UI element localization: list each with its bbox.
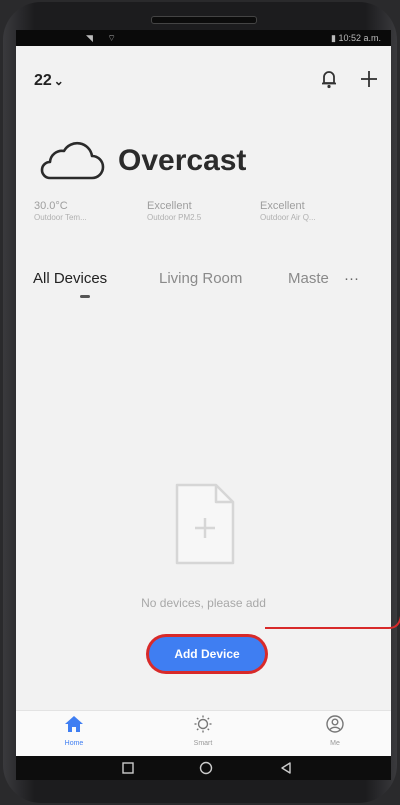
chevron-down-icon: ⌄ — [53, 74, 64, 88]
stat-value: 30.0°C — [34, 200, 68, 212]
more-tabs-button[interactable]: ··· — [344, 270, 359, 287]
phone-frame: ◥ ⌔ ▮ 10:52 a.m. 22 ⌄ Overcast 30.0°C Ou… — [3, 2, 400, 803]
add-device-button[interactable]: Add Device — [149, 637, 265, 671]
weather-condition: Overcast — [118, 144, 247, 177]
top-bar: 22 ⌄ — [16, 46, 391, 102]
nav-smart[interactable]: Smart — [173, 715, 233, 747]
signal-indicators: ◥ ⌔ — [86, 33, 122, 43]
tab-living-room[interactable]: Living Room — [159, 270, 242, 287]
nav-me[interactable]: Me — [305, 715, 365, 747]
status-bar: ◥ ⌔ ▮ 10:52 a.m. — [16, 30, 391, 46]
home-circle-icon[interactable] — [197, 759, 215, 777]
stat-label: Outdoor Air Q... — [260, 213, 316, 222]
tab-master[interactable]: Maste — [288, 270, 329, 287]
room-tabs: All Devices Living Room Maste ··· — [16, 270, 391, 310]
app-screen: ◥ ⌔ ▮ 10:52 a.m. 22 ⌄ Overcast 30.0°C Ou… — [16, 30, 391, 780]
system-navigation-bar — [16, 756, 391, 780]
stat-value: Excellent — [260, 200, 305, 212]
nav-label: Smart — [193, 740, 213, 747]
plus-icon[interactable] — [356, 66, 382, 92]
stat-air-quality: Excellent Outdoor Air Q... — [260, 200, 316, 224]
sun-icon — [194, 715, 212, 733]
empty-file-icon — [175, 483, 235, 565]
nav-label: Home — [64, 740, 84, 747]
nav-home[interactable]: Home — [44, 715, 104, 747]
earpiece — [151, 16, 257, 24]
nav-label: Me — [330, 740, 340, 747]
recent-apps-icon[interactable] — [119, 759, 137, 777]
cloud-icon — [40, 141, 105, 180]
home-icon — [65, 716, 83, 732]
home-name: 22 — [34, 72, 52, 89]
status-time: ▮ 10:52 a.m. — [331, 33, 381, 43]
stat-temperature: 30.0°C Outdoor Tem... — [34, 200, 87, 224]
tab-all-devices[interactable]: All Devices — [33, 270, 107, 287]
doorbell-icon[interactable] — [316, 66, 342, 92]
stat-label: Outdoor Tem... — [34, 213, 87, 222]
home-selector[interactable]: 22 ⌄ — [34, 72, 64, 90]
empty-message: No devices, please add — [141, 596, 266, 610]
active-tab-indicator — [80, 295, 90, 298]
stat-value: Excellent — [147, 200, 192, 212]
back-icon[interactable] — [277, 759, 295, 777]
user-icon — [326, 715, 344, 733]
bottom-nav: Home Smart Me — [16, 710, 391, 757]
stat-pm25: Excellent Outdoor PM2.5 — [147, 200, 201, 224]
stat-label: Outdoor PM2.5 — [147, 213, 202, 222]
